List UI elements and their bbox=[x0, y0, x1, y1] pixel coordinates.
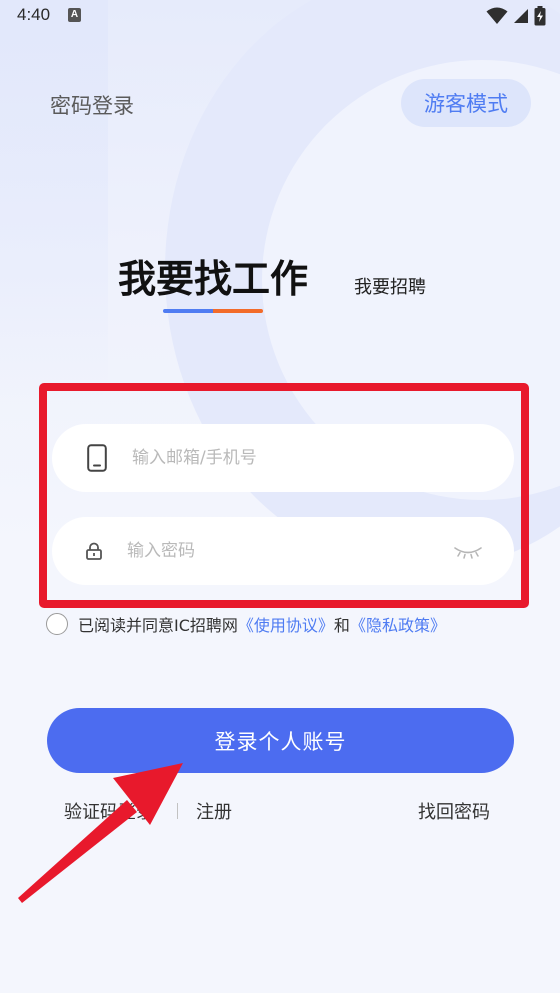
status-time: 4:40 bbox=[17, 5, 51, 24]
link-divider bbox=[177, 803, 178, 819]
agreement-row: 已阅读并同意IC招聘网 《使用协议》 和 《隐私政策》 bbox=[46, 612, 446, 636]
privacy-link[interactable]: 《隐私政策》 bbox=[350, 612, 446, 636]
agreement-and: 和 bbox=[333, 616, 350, 635]
form-highlight-annotation bbox=[39, 383, 529, 608]
tab-find-job[interactable]: 我要找工作 bbox=[118, 248, 308, 303]
wifi-icon bbox=[486, 7, 508, 24]
signal-icon bbox=[514, 9, 528, 23]
tab-active-indicator bbox=[163, 309, 263, 313]
guest-mode-button[interactable]: 游客模式 bbox=[401, 79, 531, 127]
tab-indicator-orange bbox=[213, 309, 263, 313]
tab-indicator-blue bbox=[163, 309, 213, 313]
status-icons bbox=[486, 6, 546, 26]
notification-a-icon: A bbox=[68, 8, 81, 22]
terms-link[interactable]: 《使用协议》 bbox=[238, 612, 334, 636]
forgot-password-link[interactable]: 找回密码 bbox=[418, 798, 490, 824]
page-title: 密码登录 bbox=[50, 94, 134, 118]
status-bar: 4:40 A bbox=[0, 0, 560, 32]
agreement-checkbox[interactable] bbox=[46, 613, 68, 635]
tab-recruit[interactable]: 我要招聘 bbox=[354, 273, 426, 299]
agreement-text: 已阅读并同意IC招聘网 bbox=[78, 616, 238, 635]
login-button[interactable]: 登录个人账号 bbox=[47, 708, 514, 773]
register-link[interactable]: 注册 bbox=[196, 798, 232, 824]
battery-charging-icon bbox=[534, 6, 546, 26]
code-login-link[interactable]: 验证码登录 bbox=[64, 798, 154, 824]
